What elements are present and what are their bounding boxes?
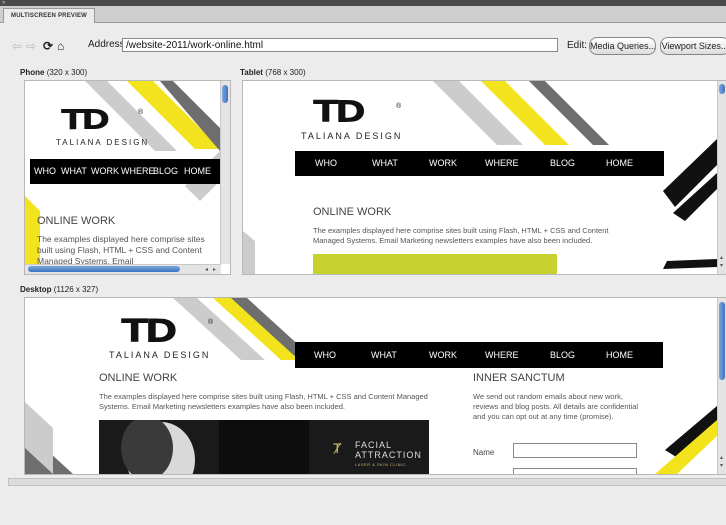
address-field[interactable]: /website-2011/work-online.html — [122, 38, 558, 52]
desktop-page-text: The examples displayed here comprise sit… — [99, 392, 428, 411]
refresh-icon[interactable]: ⟳ — [43, 38, 53, 54]
banner-subtitle: LASER & SKIN CLINIC — [355, 462, 407, 467]
desktop-logo-registered: ® — [208, 319, 214, 326]
desktop-email-input[interactable] — [513, 468, 637, 474]
desktop-logo-mark: TD — [121, 312, 178, 350]
tablet-content-bar — [313, 254, 557, 274]
edit-label: Edit: — [567, 40, 588, 51]
desktop-name-input[interactable] — [513, 443, 637, 458]
tablet-scroll-down-icon[interactable]: ▾ — [720, 263, 723, 269]
tablet-nav-who[interactable]: WHO — [315, 158, 337, 168]
phone-page-text: The examples displayed here comprise sit… — [37, 234, 205, 266]
desktop-work-banner[interactable]: Ⱦ FACIAL ATTRACTION LASER & SKIN CLINIC — [99, 420, 429, 474]
tablet-nav-blog[interactable]: BLOG — [550, 158, 575, 168]
tablet-page-text: The examples displayed here comprise sit… — [313, 226, 609, 245]
phone-scroll-right-icon[interactable]: ▸ — [213, 267, 216, 273]
tablet-nav-home[interactable]: HOME — [606, 158, 633, 168]
phone-nav-what[interactable]: WHAT — [61, 166, 87, 176]
phone-vertical-scrollbar[interactable] — [220, 81, 230, 264]
desktop-vertical-scrollbar[interactable]: ▴ ▾ — [717, 298, 726, 474]
tablet-logo-name: TALIANA DESIGN — [301, 131, 403, 141]
phone-nav-where[interactable]: WHERE — [121, 166, 155, 176]
desktop-sidebar-text: We send out random emails about new work… — [473, 392, 639, 421]
phone-navbar: WHO WHAT WORK WHERE BLOG HOME — [30, 159, 221, 184]
desktop-vertical-scroll-thumb[interactable] — [719, 302, 725, 380]
phone-horizontal-scrollbar[interactable]: ◂ ▸ — [25, 264, 221, 274]
viewport-sizes-button[interactable]: Viewport Sizes... — [660, 37, 726, 55]
phone-logo-name: TALIANA DESIGN — [56, 138, 150, 147]
banner-logo-icon: Ⱦ — [333, 440, 342, 456]
panel-tabstrip: MULTISCREEN PREVIEW — [0, 6, 726, 23]
desktop-nav-who[interactable]: WHO — [314, 350, 336, 360]
phone-logo-registered: ® — [138, 109, 144, 116]
tablet-viewport[interactable]: TD ® TALIANA DESIGN WHO WHAT WORK WHERE … — [242, 80, 726, 275]
desktop-nav-work[interactable]: WORK — [429, 350, 457, 360]
phone-viewport[interactable]: TD ® TALIANA DESIGN WHO WHAT WORK WHERE … — [24, 80, 231, 275]
tablet-vertical-scroll-thumb[interactable] — [719, 84, 725, 94]
tablet-logo-mark: TD — [313, 95, 366, 130]
phone-logo-mark: TD — [61, 103, 110, 136]
tablet-viewport-label: Tablet (768 x 300) — [240, 68, 306, 77]
phone-vertical-scroll-thumb[interactable] — [222, 85, 228, 103]
preview-toolbar: ⇦ ⇨ ⟳ ⌂ Address: /website-2011/work-onli… — [0, 36, 726, 56]
forward-arrow-icon[interactable]: ⇨ — [26, 38, 36, 54]
tablet-nav-where[interactable]: WHERE — [485, 158, 519, 168]
banner-title-2: ATTRACTION — [355, 450, 422, 460]
desktop-scroll-down-icon[interactable]: ▾ — [720, 463, 723, 469]
tablet-navbar: WHO WHAT WORK WHERE BLOG HOME — [295, 151, 664, 176]
phone-viewport-label: Phone (320 x 300) — [20, 68, 88, 77]
phone-nav-work[interactable]: WORK — [91, 166, 119, 176]
media-queries-button[interactable]: Media Queries... — [589, 37, 656, 55]
desktop-nav-where[interactable]: WHERE — [485, 350, 519, 360]
desktop-viewport-label: Desktop (1126 x 327) — [20, 285, 99, 294]
tablet-nav-work[interactable]: WORK — [429, 158, 457, 168]
phone-horizontal-scroll-thumb[interactable] — [28, 266, 180, 272]
desktop-logo-name: TALIANA DESIGN — [109, 350, 211, 360]
desktop-viewport[interactable]: TD ® TALIANA DESIGN WHO WHAT WORK WHERE … — [24, 297, 726, 475]
phone-nav-who[interactable]: WHO — [34, 166, 56, 176]
desktop-sidebar-heading: INNER SANCTUM — [473, 372, 565, 384]
tablet-logo-registered: ® — [396, 103, 402, 110]
tablet-page-heading: ONLINE WORK — [313, 206, 392, 218]
desktop-scroll-up-icon[interactable]: ▴ — [720, 455, 723, 461]
home-icon[interactable]: ⌂ — [57, 38, 64, 54]
phone-nav-blog[interactable]: BLOG — [153, 166, 178, 176]
phone-nav-home[interactable]: HOME — [184, 166, 211, 176]
desktop-nav-what[interactable]: WHAT — [371, 350, 397, 360]
desktop-navbar: WHO WHAT WORK WHERE BLOG HOME — [295, 342, 663, 368]
desktop-nav-blog[interactable]: BLOG — [550, 350, 575, 360]
desktop-page-heading: ONLINE WORK — [99, 372, 178, 384]
tablet-nav-what[interactable]: WHAT — [372, 158, 398, 168]
desktop-nav-home[interactable]: HOME — [606, 350, 633, 360]
panel-bottom-strip — [8, 478, 726, 486]
tab-multiscreen-preview[interactable]: MULTISCREEN PREVIEW — [3, 8, 96, 23]
desktop-name-label: Name — [473, 448, 495, 457]
banner-title-1: FACIAL — [355, 440, 393, 450]
back-arrow-icon[interactable]: ⇦ — [12, 38, 22, 54]
tablet-scroll-up-icon[interactable]: ▴ — [720, 255, 723, 261]
phone-page-heading: ONLINE WORK — [37, 215, 116, 227]
tablet-vertical-scrollbar[interactable]: ▴ ▾ — [717, 81, 726, 274]
phone-scroll-left-icon[interactable]: ◂ — [205, 267, 208, 273]
